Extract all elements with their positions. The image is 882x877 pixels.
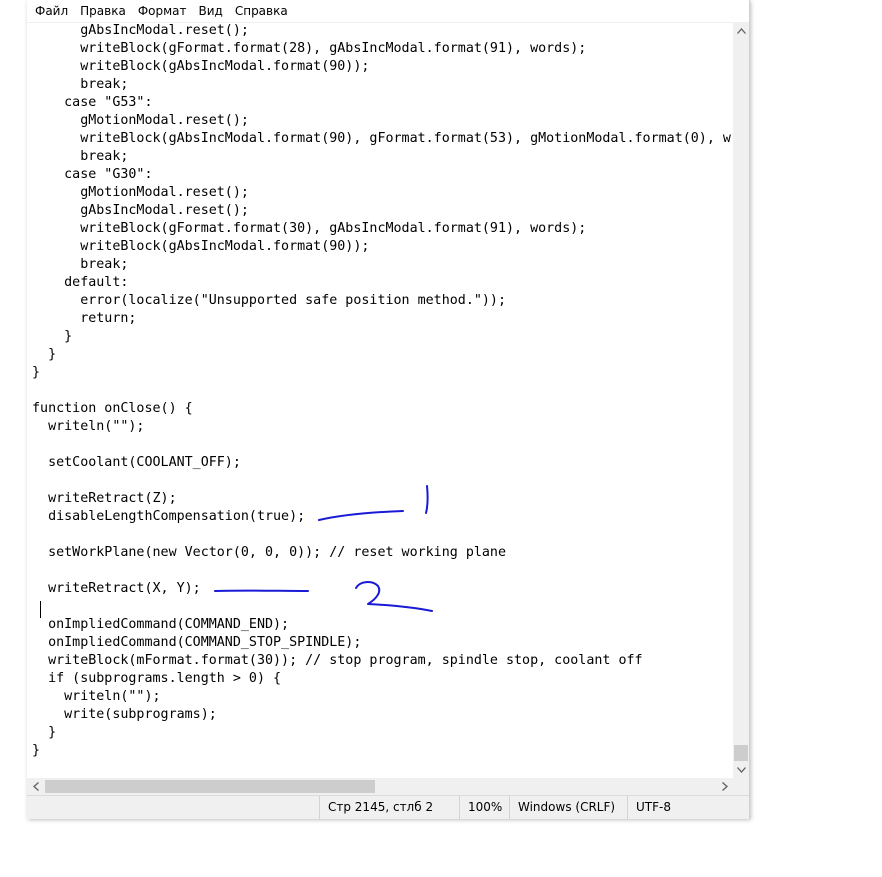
code-line: writeBlock(gAbsIncModal.format(90), gFor… [32,131,731,146]
status-line-endings: Windows (CRLF) [509,796,627,819]
status-bar: Стр 2145, стлб 2 100% Windows (CRLF) UTF… [27,795,749,819]
status-cursor-position: Стр 2145, стлб 2 [319,796,459,819]
code-line: onImpliedCommand(COMMAND_STOP_SPINDLE); [32,635,362,650]
code-line: onImpliedCommand(COMMAND_END); [32,617,290,632]
code-line: gAbsIncModal.reset(); [32,23,249,38]
code-line: writeRetract(X, Y); [32,581,201,596]
scroll-up-arrow-icon[interactable] [733,22,749,39]
code-line: function onClose() { [32,401,193,416]
menu-bar: Файл Правка Формат Вид Справка [27,0,749,23]
code-line: writeBlock(mFormat.format(30)); // stop … [32,653,643,668]
code-line: gMotionModal.reset(); [32,185,249,200]
code-line: case "G53": [32,95,153,110]
horizontal-scroll-thumb[interactable] [45,780,375,793]
code-line: writeln(""); [32,419,145,434]
menu-view[interactable]: Вид [193,0,229,22]
code-line: error(localize("Unsupported safe positio… [32,293,506,308]
code-line: write(subprograms); [32,707,217,722]
code-line: if (subprograms.length > 0) { [32,671,282,686]
menu-format[interactable]: Формат [132,0,193,22]
code-line: setCoolant(COOLANT_OFF); [32,455,241,470]
code-line: writeBlock(gAbsIncModal.format(90)); [32,239,370,254]
scroll-right-arrow-icon[interactable] [716,778,733,795]
status-encoding: UTF-8 [627,796,749,819]
code-line: writeBlock(gFormat.format(30), gAbsIncMo… [32,221,587,236]
scroll-down-arrow-icon[interactable] [733,761,749,778]
code-line: writeRetract(Z); [32,491,177,506]
code-line: default: [32,275,129,290]
code-line: setWorkPlane(new Vector(0, 0, 0)); // re… [32,545,506,560]
code-line: } [32,725,57,740]
horizontal-scrollbar[interactable] [27,778,733,795]
status-zoom: 100% [459,796,509,819]
code-line: } [32,329,73,344]
code-line: break; [32,149,129,164]
text-editor-area[interactable]: gAbsIncModal.reset(); writeBlock(gFormat… [27,22,733,778]
code-line: writeln(""); [32,689,161,704]
menu-help[interactable]: Справка [229,0,294,22]
menu-file[interactable]: Файл [27,0,74,22]
menu-edit[interactable]: Правка [74,0,132,22]
code-line: break; [32,77,129,92]
scrollbar-corner [733,778,749,795]
vertical-scroll-thumb[interactable] [734,745,748,761]
code-line: } [32,743,41,758]
code-line: writeBlock(gFormat.format(28), gAbsIncMo… [32,41,587,56]
text-caret [40,601,41,618]
code-line: case "G30": [32,167,153,182]
code-line: writeBlock(gAbsIncModal.format(90)); [32,59,370,74]
code-line: disableLengthCompensation(true); [32,509,306,524]
code-line: break; [32,257,129,272]
code-line: gAbsIncModal.reset(); [32,203,249,218]
vertical-scrollbar[interactable] [733,22,749,778]
notepad-window: Файл Правка Формат Вид Справка gAbsIncMo… [27,0,750,819]
code-text[interactable]: gAbsIncModal.reset(); writeBlock(gFormat… [32,22,731,760]
scroll-left-arrow-icon[interactable] [27,778,44,795]
code-line: gMotionModal.reset(); [32,113,249,128]
code-line: } [32,365,41,380]
code-line: return; [32,311,137,326]
code-line: } [32,347,57,362]
